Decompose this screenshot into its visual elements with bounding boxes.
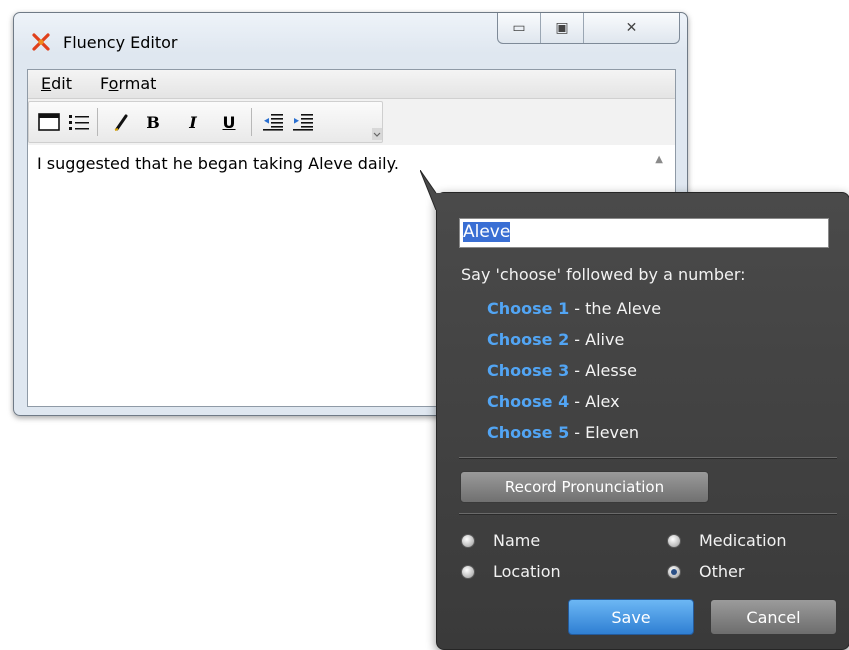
- category-radio-medication[interactable]: Medication: [667, 531, 787, 550]
- maximize-icon: ▣: [555, 20, 569, 36]
- fluency-app-icon: [32, 33, 50, 51]
- title-bar[interactable]: Fluency Editor ▭ ▣ ✕: [14, 13, 687, 65]
- choice-alternative: - the Aleve: [574, 299, 662, 318]
- category-radio-name[interactable]: Name: [461, 531, 540, 550]
- choice-command: Choose 5: [487, 423, 570, 442]
- alternatives-list: Choose 1 - the Aleve Choose 2 - Alive Ch…: [487, 293, 661, 448]
- close-icon: ✕: [625, 20, 638, 36]
- choice-command: Choose 4: [487, 392, 570, 411]
- choice-command: Choose 2: [487, 330, 570, 349]
- window-controls: ▭ ▣ ✕: [497, 13, 680, 44]
- minimize-icon: ▭: [512, 20, 526, 36]
- radio-icon: [461, 533, 475, 548]
- menu-format-mnemonic: o: [108, 74, 119, 93]
- bullet-list-button[interactable]: [67, 110, 91, 134]
- menu-format-rest: rmat: [118, 74, 157, 93]
- radio-icon: [461, 564, 475, 579]
- radio-label: Other: [699, 562, 745, 581]
- maximize-button[interactable]: ▣: [541, 13, 584, 43]
- save-button[interactable]: Save: [568, 599, 694, 635]
- close-button[interactable]: ✕: [584, 13, 679, 43]
- highlight-pen-button[interactable]: [109, 110, 133, 134]
- increase-indent-button[interactable]: [291, 110, 315, 134]
- formatting-toolbar: B I U: [28, 99, 675, 145]
- radio-label: Location: [493, 562, 561, 581]
- window-layout-icon: [38, 113, 60, 131]
- toolbar-overflow-icon[interactable]: [372, 128, 382, 140]
- italic-icon: I: [189, 112, 197, 132]
- menu-format[interactable]: Format: [100, 74, 156, 93]
- choice-item[interactable]: Choose 1 - the Aleve: [487, 293, 661, 324]
- toolbar-strip: B I U: [28, 101, 383, 143]
- toolbar-separator: [251, 108, 252, 136]
- choice-item[interactable]: Choose 5 - Eleven: [487, 417, 661, 448]
- popup-divider: [459, 513, 837, 514]
- selected-word: Aleve: [463, 222, 511, 242]
- menu-edit-mnemonic: E: [41, 74, 52, 93]
- outdent-icon: [263, 114, 283, 131]
- radio-label: Medication: [699, 531, 787, 550]
- word-input[interactable]: Aleve: [459, 218, 829, 248]
- menu-format-pre: F: [100, 74, 109, 93]
- record-pronunciation-button[interactable]: Record Pronunciation: [460, 471, 709, 503]
- menu-edit[interactable]: Edit: [41, 74, 72, 93]
- choice-alternative: - Alex: [574, 392, 620, 411]
- bullet-list-icon: [69, 115, 89, 130]
- choice-item[interactable]: Choose 2 - Alive: [487, 324, 661, 355]
- scroll-up-icon[interactable]: ▲: [655, 154, 663, 165]
- minimize-button[interactable]: ▭: [498, 13, 541, 43]
- indent-icon: [293, 114, 313, 131]
- choice-command: Choose 1: [487, 299, 570, 318]
- underline-button[interactable]: U: [217, 110, 241, 134]
- bold-icon: B: [146, 112, 160, 132]
- choice-alternative: - Alive: [574, 330, 625, 349]
- window-layout-button[interactable]: [37, 110, 61, 134]
- radio-label: Name: [493, 531, 541, 550]
- toolbar-separator: [97, 108, 98, 136]
- cancel-button[interactable]: Cancel: [710, 599, 837, 635]
- choice-item[interactable]: Choose 4 - Alex: [487, 386, 661, 417]
- category-radio-location[interactable]: Location: [461, 562, 561, 581]
- popup-divider: [459, 457, 837, 458]
- pen-icon: [114, 114, 128, 131]
- radio-selected-icon: [667, 564, 681, 579]
- bold-button[interactable]: B: [141, 110, 165, 134]
- choice-alternative: - Eleven: [574, 423, 640, 442]
- choice-item[interactable]: Choose 3 - Alesse: [487, 355, 661, 386]
- popup-pointer: [420, 170, 480, 210]
- menu-edit-rest: dit: [51, 74, 72, 93]
- underline-icon: U: [222, 112, 236, 132]
- menu-bar: Edit Format: [28, 70, 675, 99]
- dictated-text: I suggested that he began taking Aleve d…: [37, 154, 399, 173]
- radio-icon: [667, 533, 681, 548]
- window-title: Fluency Editor: [63, 33, 178, 52]
- choose-instruction: Say 'choose' followed by a number:: [461, 265, 746, 284]
- correction-popup: Aleve Say 'choose' followed by a number:…: [436, 192, 849, 650]
- italic-button[interactable]: I: [181, 110, 205, 134]
- choice-command: Choose 3: [487, 361, 570, 380]
- decrease-indent-button[interactable]: [261, 110, 285, 134]
- choice-alternative: - Alesse: [574, 361, 637, 380]
- category-radio-other[interactable]: Other: [667, 562, 744, 581]
